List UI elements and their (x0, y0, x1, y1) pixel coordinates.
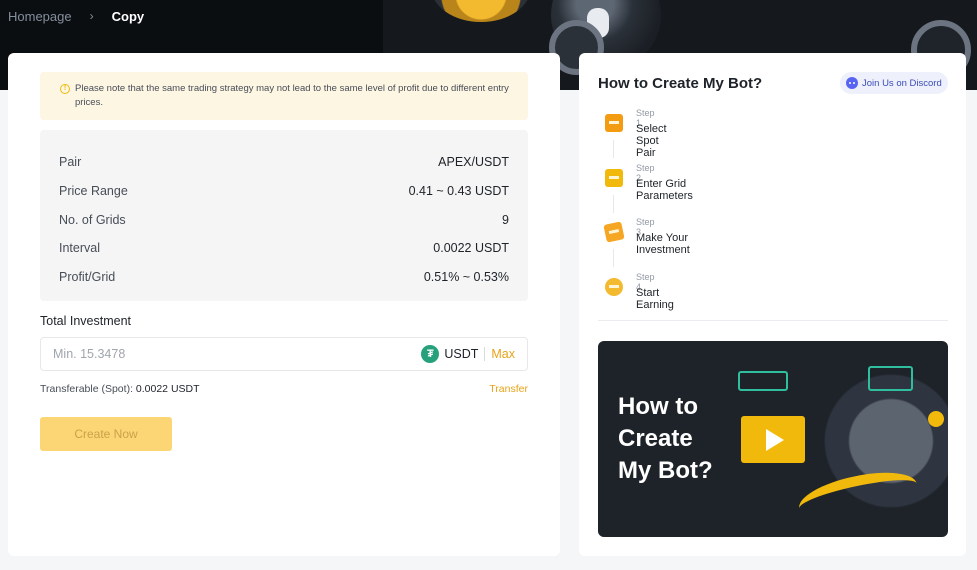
step-connector (613, 140, 614, 158)
step-title: Select Spot Pair (636, 123, 667, 159)
detail-row-profit-grid: Profit/Grid 0.51% ~ 0.53% (59, 263, 509, 292)
breadcrumb-current: Copy (111, 8, 145, 24)
detail-label: Interval (59, 241, 100, 256)
breadcrumb: Homepage › Copy (8, 8, 144, 24)
transfer-link[interactable]: Transfer (489, 383, 528, 395)
detail-value: 0.41 ~ 0.43 USDT (408, 184, 509, 199)
detail-value: 0.0022 USDT (433, 241, 509, 256)
breadcrumb-home-link[interactable]: Homepage (8, 9, 72, 24)
create-bot-form-card: ! Please note that the same trading stra… (8, 53, 560, 556)
step-title: Make Your Investment (636, 232, 690, 256)
join-discord-button[interactable]: Join Us on Discord (840, 72, 948, 94)
piggy-bank-icon (605, 277, 623, 296)
grid-parameters-icon (605, 168, 623, 187)
wallet-icon (603, 221, 625, 243)
strategy-details: Pair APEX/USDT Price Range 0.41 ~ 0.43 U… (40, 130, 528, 301)
total-investment-input[interactable] (53, 347, 422, 361)
play-icon[interactable] (741, 416, 805, 463)
detail-row-grids: No. of Grids 9 (59, 205, 509, 234)
detail-label: Profit/Grid (59, 270, 116, 285)
profit-notice: ! Please note that the same trading stra… (40, 72, 528, 120)
detail-row-interval: Interval 0.0022 USDT (59, 234, 509, 263)
spot-pair-icon (605, 114, 623, 132)
how-to-card: How to Create My Bot? Join Us on Discord… (579, 53, 966, 556)
how-to-title: How to Create My Bot? (598, 75, 763, 92)
warning-icon: ! (60, 84, 70, 94)
chart-panel-decor (868, 366, 913, 391)
step-title: Start Earning (636, 286, 674, 311)
divider (598, 320, 948, 321)
create-now-button[interactable]: Create Now (40, 417, 172, 451)
detail-value: APEX/USDT (438, 155, 509, 170)
transferable-row: Transferable (Spot): 0.0022 USDT Transfe… (40, 383, 528, 395)
detail-value: 0.51% ~ 0.53% (423, 270, 509, 285)
detail-label: Pair (59, 155, 82, 170)
max-button[interactable]: Max (491, 347, 515, 361)
video-title: How to Create My Bot? (618, 393, 713, 484)
detail-label: No. of Grids (59, 212, 126, 227)
step-title: Enter Grid Parameters (636, 177, 693, 202)
detail-row-price-range: Price Range 0.41 ~ 0.43 USDT (59, 177, 509, 206)
usdt-icon: ₮ (421, 345, 440, 363)
investment-unit: USDT (444, 347, 479, 361)
total-investment-field: ₮ USDT Max (40, 337, 528, 371)
notice-text: Please note that the same trading strate… (75, 83, 509, 108)
transferable-value: 0.0022 USDT (135, 383, 200, 395)
divider (484, 347, 486, 361)
detail-row-pair: Pair APEX/USDT (59, 148, 509, 177)
tutorial-video[interactable]: How to Create My Bot? (598, 341, 948, 537)
chart-panel-decor (738, 371, 788, 391)
total-investment-label: Total Investment (40, 314, 132, 328)
discord-label: Join Us on Discord (862, 77, 942, 89)
coin-decor (928, 411, 944, 427)
transferable-label: Transferable (Spot): (40, 383, 133, 395)
step-connector (613, 249, 614, 267)
chevron-right-icon: › (89, 9, 94, 23)
discord-icon (846, 77, 858, 89)
detail-value: 9 (502, 212, 509, 227)
detail-label: Price Range (59, 184, 128, 199)
step-connector (613, 194, 614, 213)
